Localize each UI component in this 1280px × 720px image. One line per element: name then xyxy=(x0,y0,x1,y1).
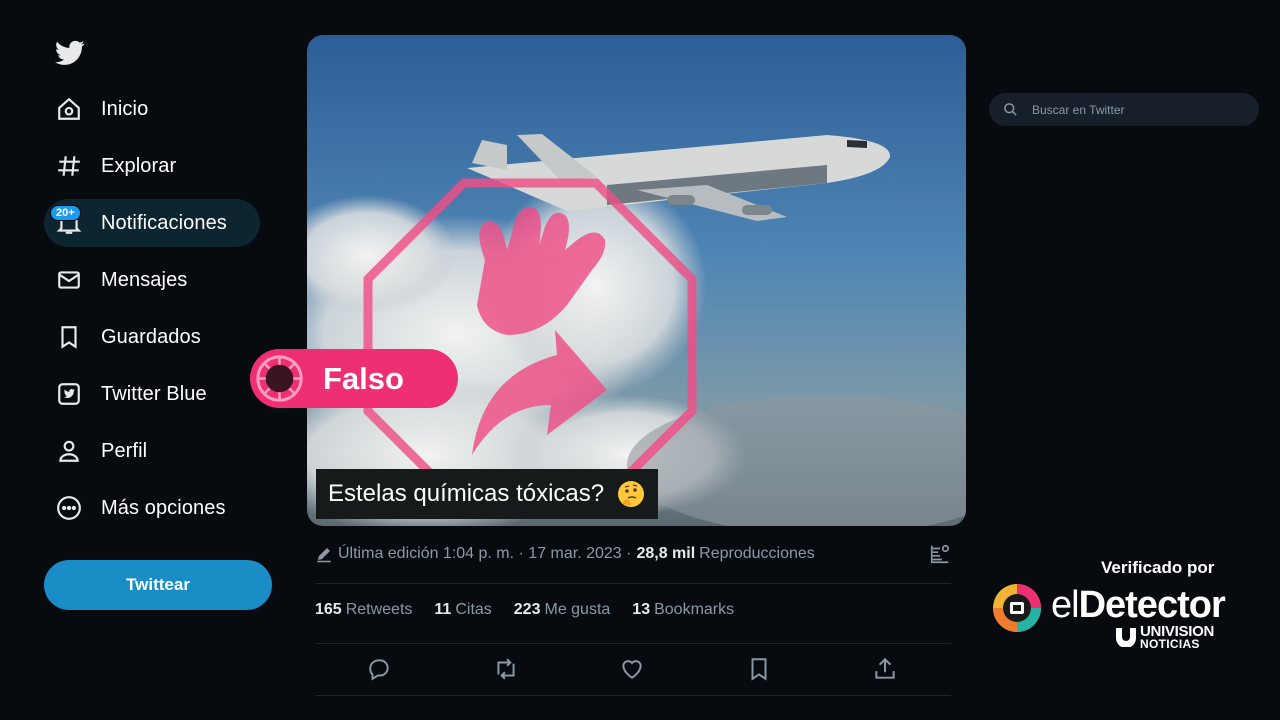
thinking-face-icon xyxy=(618,481,645,507)
tweet-media[interactable] xyxy=(307,35,966,526)
sidebar-item-inicio[interactable]: Inicio xyxy=(44,85,274,133)
verdict-text: Falso xyxy=(323,360,404,396)
divider xyxy=(315,695,951,696)
verdict-dial-icon xyxy=(251,350,308,407)
el-detector-logo-icon xyxy=(993,584,1041,632)
divider xyxy=(315,643,951,644)
sidebar-item-twitter-blue[interactable]: Twitter Blue xyxy=(44,370,274,418)
more-circle-icon xyxy=(56,495,82,521)
search-bar[interactable] xyxy=(989,93,1259,126)
analytics-icon[interactable] xyxy=(929,543,951,565)
sidebar-item-guardados[interactable]: Guardados xyxy=(44,313,274,361)
sidebar-item-label: Guardados xyxy=(101,325,201,348)
tweet-button[interactable]: Twittear xyxy=(44,560,272,610)
sidebar-nav: Inicio Explorar 20+ Notificaciones Mensa… xyxy=(44,85,274,541)
sidebar-item-label: Mensajes xyxy=(101,268,188,291)
sidebar-item-explorar[interactable]: Explorar xyxy=(44,142,274,190)
stat-citas[interactable]: 11 Citas xyxy=(434,601,491,619)
twitter-blue-icon xyxy=(56,381,82,407)
sidebar-item-label: Perfil xyxy=(101,439,148,462)
views-label: Reproducciones xyxy=(699,545,815,562)
edit-timestamp[interactable]: Última edición 1:04 p. m. · 17 mar. 2023… xyxy=(338,545,631,563)
divider xyxy=(315,583,951,584)
hashtag-icon xyxy=(56,153,82,179)
edit-pencil-icon[interactable] xyxy=(315,545,333,563)
sidebar-item-perfil[interactable]: Perfil xyxy=(44,427,274,475)
sidebar-item-label: Explorar xyxy=(101,154,177,177)
sidebar-item-mensajes[interactable]: Mensajes xyxy=(44,256,274,304)
retweet-icon[interactable] xyxy=(493,656,519,682)
share-icon[interactable] xyxy=(872,656,898,682)
sidebar-item-label: Inicio xyxy=(101,97,149,120)
twitter-bird-icon[interactable] xyxy=(55,40,85,66)
notification-badge: 20+ xyxy=(50,205,81,221)
search-icon xyxy=(1004,103,1017,116)
reply-icon[interactable] xyxy=(366,656,392,682)
sidebar-item-label: Más opciones xyxy=(101,496,226,519)
envelope-icon xyxy=(56,267,82,293)
el-detector-wordmark: elDetector xyxy=(1051,584,1226,626)
caption-text: Estelas químicas tóxicas? xyxy=(328,480,605,507)
views-count: 28,8 mil xyxy=(636,545,696,562)
bookmark-icon xyxy=(56,324,82,350)
verified-by-label: Verificado por xyxy=(1101,558,1215,577)
tweet-stats: 165 Retweets 11 Citas 223 Me gusta 13 Bookma… xyxy=(315,601,756,619)
person-icon xyxy=(56,438,82,464)
tweet-actions xyxy=(315,654,951,686)
verdict-label: Falso xyxy=(250,349,458,408)
airplane-video-frame xyxy=(307,35,966,526)
bookmark-icon[interactable] xyxy=(746,656,772,682)
like-icon[interactable] xyxy=(619,656,645,682)
home-icon xyxy=(56,96,82,122)
univision-logo: UNIVISION NOTICIAS xyxy=(1115,624,1214,650)
sidebar-item-notificaciones[interactable]: 20+ Notificaciones xyxy=(44,199,260,247)
univision-mark-icon xyxy=(1116,628,1136,648)
tweet-meta: Última edición 1:04 p. m. · 17 mar. 2023… xyxy=(315,541,951,567)
video-caption: Estelas químicas tóxicas? xyxy=(316,469,659,519)
stat-bookmarks[interactable]: 13 Bookmarks xyxy=(632,601,734,619)
sidebar-item-label: Twitter Blue xyxy=(101,382,207,405)
stat-retweets[interactable]: 165 Retweets xyxy=(315,601,412,619)
sidebar-item-mas-opciones[interactable]: Más opciones xyxy=(44,484,274,532)
search-input[interactable] xyxy=(1032,102,1232,117)
sidebar-item-label: Notificaciones xyxy=(101,211,227,234)
stat-likes[interactable]: 223 Me gusta xyxy=(514,601,611,619)
